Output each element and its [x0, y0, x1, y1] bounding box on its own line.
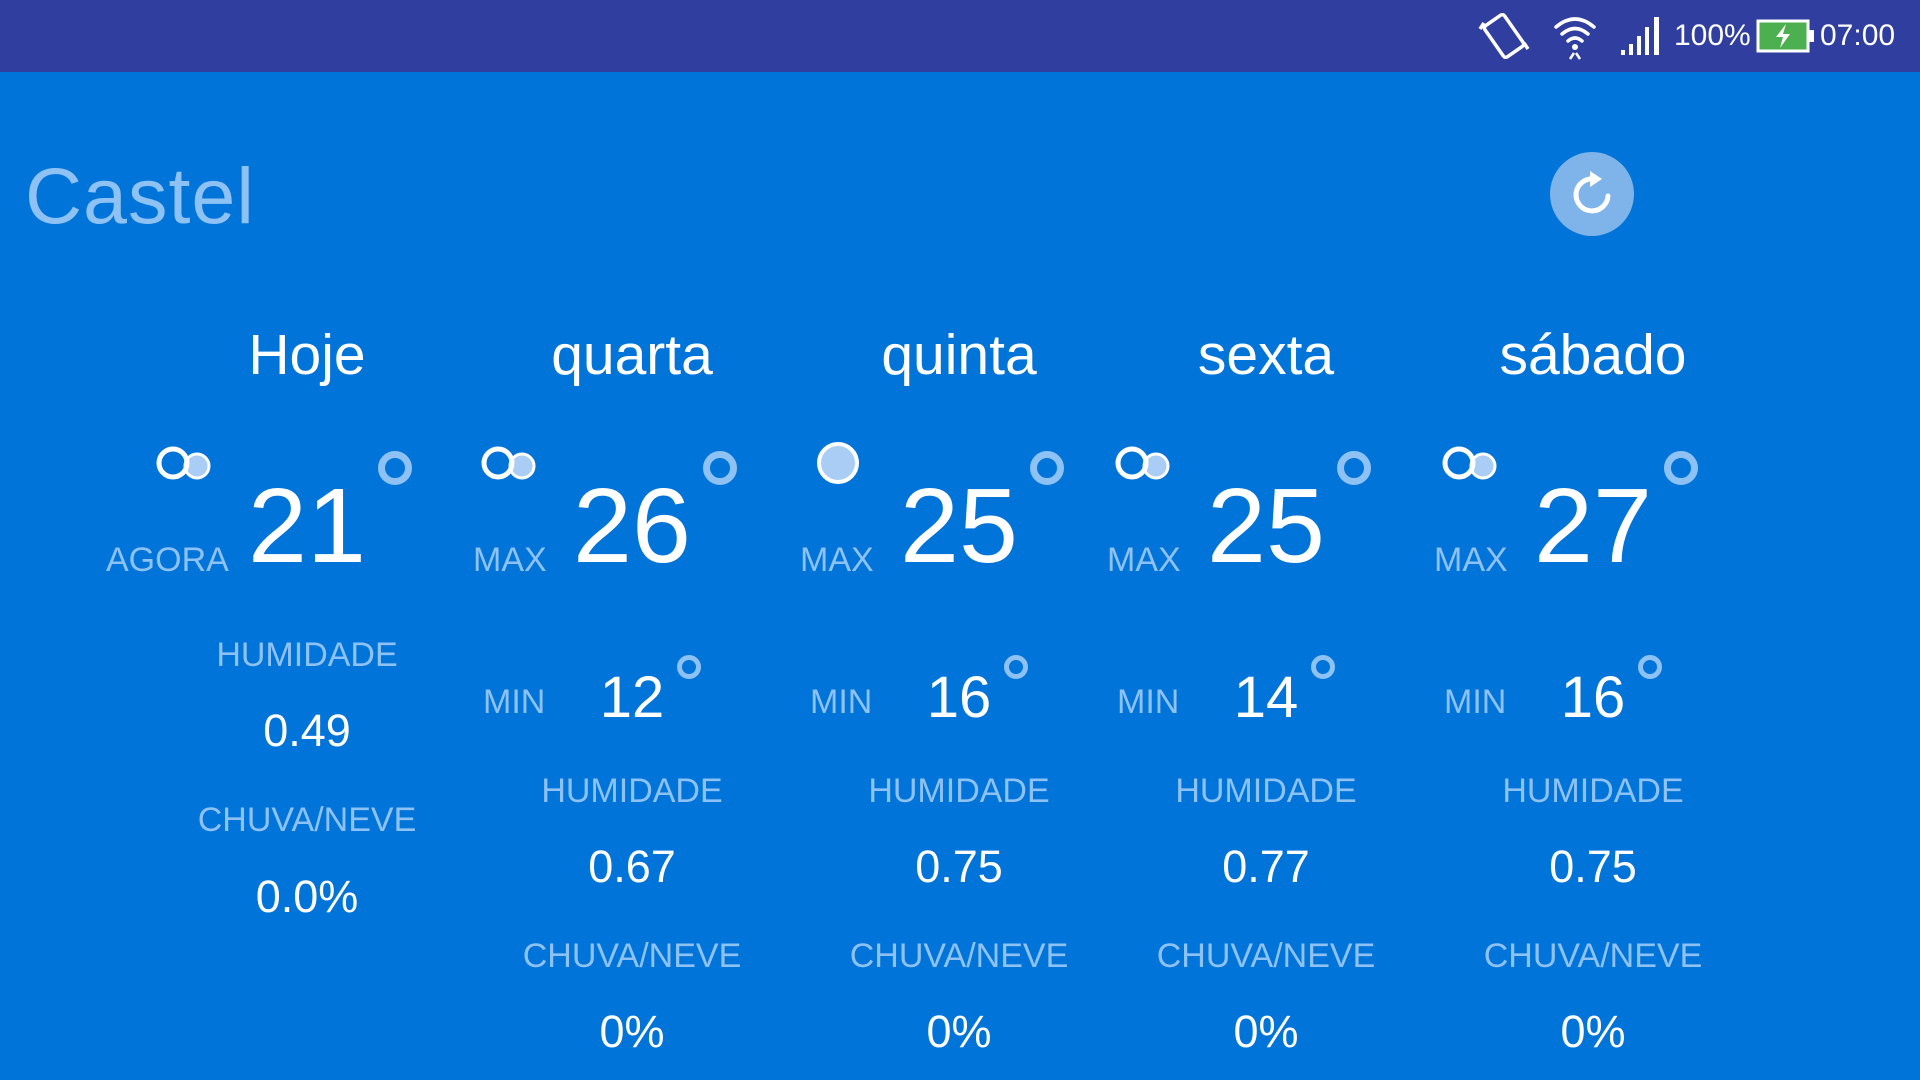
precip-value: 0.0%: [255, 871, 359, 922]
day-name: Hoje: [248, 323, 366, 387]
precip-label: CHUVA/NEVE: [197, 801, 417, 839]
degree-icon: [703, 451, 737, 485]
now-label: AGORA: [106, 541, 229, 579]
partly-cloudy-icon: [477, 440, 541, 489]
humidity-value: 0.49: [263, 705, 351, 756]
day-name: sexta: [1197, 323, 1335, 387]
degree-icon: [1004, 655, 1028, 679]
precip-label: CHUVA/NEVE: [522, 937, 742, 975]
humidity-value: 0.75: [915, 841, 1003, 892]
min-label: MIN: [1444, 683, 1507, 721]
degree-icon: [1030, 451, 1064, 485]
precip-label: CHUVA/NEVE: [849, 937, 1069, 975]
day-name: sábado: [1499, 323, 1687, 387]
degree-icon: [1638, 655, 1662, 679]
humidity-label: HUMIDADE: [1175, 772, 1357, 810]
min-temperature: 12: [599, 665, 665, 730]
humidity-value: 0.67: [588, 841, 676, 892]
forecast-column-day: sábado MAX 27 MIN 16 HUMIDADE 0.75 CHUVA…: [1428, 0, 1758, 1080]
degree-icon: [1664, 451, 1698, 485]
max-label: MAX: [1434, 541, 1508, 579]
max-temperature: 25: [1207, 467, 1325, 585]
humidity-label: HUMIDADE: [868, 772, 1050, 810]
battery-charging-icon: [1756, 0, 1816, 72]
min-label: MIN: [483, 683, 546, 721]
humidity-label: HUMIDADE: [216, 636, 398, 674]
degree-icon: [1311, 655, 1335, 679]
precip-label: CHUVA/NEVE: [1483, 937, 1703, 975]
precip-value: 0%: [1560, 1006, 1626, 1057]
degree-icon: [1337, 451, 1371, 485]
degree-icon: [378, 451, 412, 485]
min-label: MIN: [810, 683, 873, 721]
partly-cloudy-icon: [152, 440, 216, 489]
degree-icon: [677, 655, 701, 679]
partly-cloudy-icon: [1438, 440, 1502, 489]
forecast-column-day: quinta MAX 25 MIN 16 HUMIDADE 0.75 CHUVA…: [794, 0, 1124, 1080]
max-temperature: 26: [573, 467, 691, 585]
clock: 07:00: [1820, 19, 1896, 52]
max-label: MAX: [800, 541, 874, 579]
clear-icon: [814, 440, 862, 489]
humidity-value: 0.77: [1222, 841, 1310, 892]
min-temperature: 16: [1560, 665, 1626, 730]
max-label: MAX: [1107, 541, 1181, 579]
precip-value: 0%: [599, 1006, 665, 1057]
max-temperature: 27: [1534, 467, 1652, 585]
humidity-label: HUMIDADE: [1502, 772, 1684, 810]
partly-cloudy-icon: [1111, 440, 1175, 489]
max-temperature: 25: [900, 467, 1018, 585]
min-temperature: 16: [926, 665, 992, 730]
day-name: quinta: [881, 323, 1037, 387]
humidity-label: HUMIDADE: [541, 772, 723, 810]
forecast-column-day: sexta MAX 25 MIN 14 HUMIDADE 0.77 CHUVA/…: [1101, 0, 1431, 1080]
humidity-value: 0.75: [1549, 841, 1637, 892]
precip-value: 0%: [926, 1006, 992, 1057]
min-temperature: 14: [1233, 665, 1299, 730]
max-label: MAX: [473, 541, 547, 579]
current-temperature: 21: [248, 467, 366, 585]
forecast-column-today: Hoje AGORA 21 HUMIDADE 0.49 CHUVA/NEVE 0…: [106, 0, 472, 1080]
forecast-column-day: quarta MAX 26 MIN 12 HUMIDADE 0.67 CHUVA…: [467, 0, 797, 1080]
day-name: quarta: [551, 323, 713, 387]
precip-label: CHUVA/NEVE: [1156, 937, 1376, 975]
precip-value: 0%: [1233, 1006, 1299, 1057]
min-label: MIN: [1117, 683, 1180, 721]
